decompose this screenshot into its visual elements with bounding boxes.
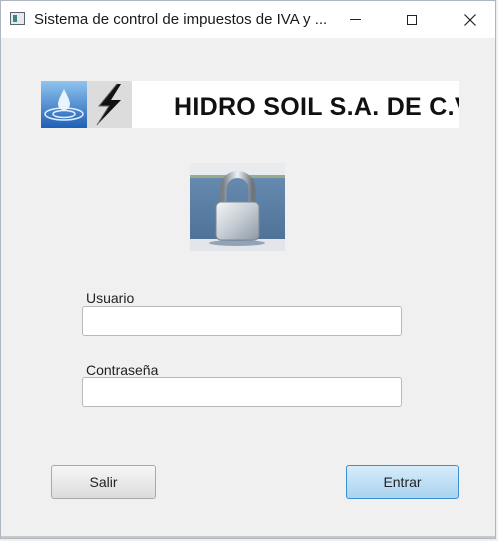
login-window: Sistema de control de impuestos de IVA y… bbox=[0, 0, 496, 539]
exit-button[interactable]: Salir bbox=[51, 465, 156, 499]
close-icon bbox=[464, 13, 476, 26]
company-name: HIDRO SOIL S.A. DE C.V bbox=[174, 93, 459, 121]
maximize-button[interactable] bbox=[389, 1, 435, 38]
username-input[interactable] bbox=[82, 306, 402, 336]
minimize-icon bbox=[349, 19, 361, 20]
maximize-icon bbox=[407, 14, 417, 25]
title-bar: Sistema de control de impuestos de IVA y… bbox=[1, 1, 495, 38]
company-banner: HIDRO SOIL S.A. DE C.V bbox=[41, 81, 459, 128]
lightning-icon bbox=[87, 81, 132, 128]
minimize-button[interactable] bbox=[332, 1, 378, 38]
enter-button[interactable]: Entrar bbox=[346, 465, 459, 499]
app-icon bbox=[10, 12, 25, 25]
password-input[interactable] bbox=[82, 377, 402, 407]
window-bottom-edge bbox=[1, 536, 495, 538]
username-label: Usuario bbox=[86, 290, 135, 306]
window-title: Sistema de control de impuestos de IVA y… bbox=[34, 11, 328, 28]
close-button[interactable] bbox=[447, 1, 493, 38]
water-drop-icon bbox=[41, 81, 87, 128]
password-label: Contraseña bbox=[86, 362, 159, 378]
lock-icon bbox=[190, 163, 285, 251]
